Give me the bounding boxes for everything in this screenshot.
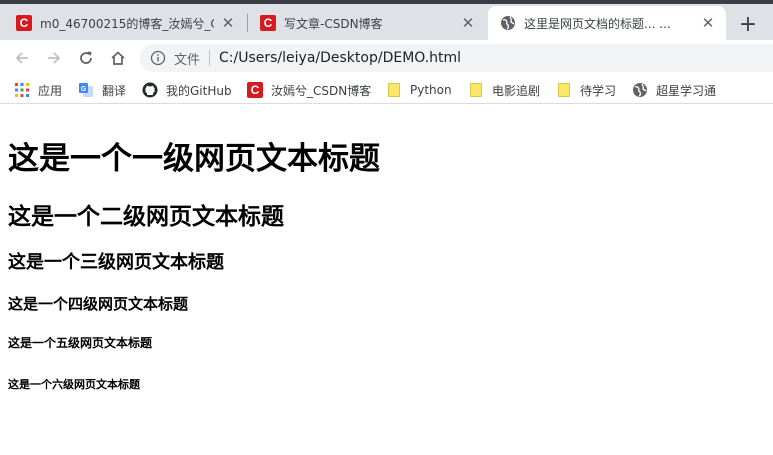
close-icon[interactable]: ✕ xyxy=(218,13,238,33)
heading-level-1: 这是一个一级网页文本标题 xyxy=(8,141,380,177)
arrow-right-icon xyxy=(48,52,61,64)
folder-icon xyxy=(558,83,570,97)
bookmark-apps[interactable]: 应用 xyxy=(14,80,62,100)
bookmark-label: 应用 xyxy=(38,83,63,98)
url-text[interactable]: C:/Users/leiya/Desktop/DEMO.html xyxy=(219,50,461,66)
bookmark-folder-python[interactable]: Python xyxy=(386,80,452,100)
bookmark-translate[interactable]: G 翻译 xyxy=(78,80,126,100)
window-top-border xyxy=(0,0,773,4)
csdn-icon: C xyxy=(260,15,276,31)
home-button[interactable] xyxy=(104,44,132,72)
heading-level-4: 这是一个四级网页文本标题 xyxy=(8,295,189,313)
folder-icon xyxy=(388,83,400,97)
page-content: 这是一个一级网页文本标题 这是一个二级网页文本标题 这是一个三级网页文本标题 这… xyxy=(0,105,773,455)
close-icon[interactable]: ✕ xyxy=(458,13,478,33)
globe-icon xyxy=(501,16,515,30)
navigation-toolbar: 文件 C:/Users/leiya/Desktop/DEMO.html xyxy=(0,40,773,76)
globe-icon xyxy=(633,83,647,97)
bookmark-label: 超星学习通 xyxy=(656,83,717,98)
folder-icon xyxy=(470,83,482,97)
heading-level-5: 这是一个五级网页文本标题 xyxy=(8,336,153,350)
bookmark-label: 电影追剧 xyxy=(492,83,541,98)
bookmark-folder-movies[interactable]: 电影追剧 xyxy=(468,80,540,100)
back-button[interactable] xyxy=(8,44,36,72)
arrow-left-icon xyxy=(15,52,28,64)
bookmark-folder-to-learn[interactable]: 待学习 xyxy=(556,80,616,100)
omnibox-divider xyxy=(209,50,211,66)
reload-icon xyxy=(80,51,92,64)
tab-title: 这里是网页文档的标题... ... xyxy=(524,16,671,31)
tab-strip: C m0_46700215的博客_汝嫣兮_CSDN博客 ✕ C 写文章-CSDN… xyxy=(0,0,773,40)
github-icon xyxy=(142,82,158,98)
home-icon xyxy=(111,51,125,65)
reload-button[interactable] xyxy=(72,44,100,72)
info-icon[interactable] xyxy=(150,50,166,66)
bookmark-label: 翻译 xyxy=(102,83,127,98)
address-bar[interactable]: 文件 C:/Users/leiya/Desktop/DEMO.html xyxy=(140,44,773,72)
bookmark-label: 我的GitHub xyxy=(166,83,232,98)
bookmark-github[interactable]: 我的GitHub xyxy=(142,80,232,100)
translate-icon: G xyxy=(79,83,93,97)
csdn-icon: C xyxy=(16,15,32,31)
bookmarks-bar: 应用 G 翻译 我的GitHub C 汝嫣兮_CSDN博客 Python 电影追… xyxy=(0,76,773,104)
bookmark-label: 汝嫣兮_CSDN博客 xyxy=(271,83,372,98)
tab-title: m0_46700215的博客_汝嫣兮_CSDN博客 xyxy=(40,16,214,31)
bookmark-label: Python xyxy=(410,83,452,97)
file-scheme-label: 文件 xyxy=(174,52,201,68)
tab-title: 写文章-CSDN博客 xyxy=(284,16,383,31)
heading-level-2: 这是一个二级网页文本标题 xyxy=(8,204,284,230)
bookmark-chaoxing[interactable]: 超星学习通 xyxy=(632,80,716,100)
browser-window: C m0_46700215的博客_汝嫣兮_CSDN博客 ✕ C 写文章-CSDN… xyxy=(0,0,773,455)
forward-button[interactable] xyxy=(40,44,68,72)
bookmark-label: 待学习 xyxy=(580,83,617,98)
close-icon[interactable]: ✕ xyxy=(698,13,718,33)
heading-level-6: 这是一个六级网页文本标题 xyxy=(8,378,140,391)
new-tab-button[interactable]: + xyxy=(734,10,762,38)
csdn-icon: C xyxy=(247,82,263,98)
bookmark-csdn[interactable]: C 汝嫣兮_CSDN博客 xyxy=(247,80,371,100)
tab-active-demo[interactable]: 这里是网页文档的标题... ... ✕ xyxy=(488,6,726,40)
tab-csdn-blog[interactable]: C m0_46700215的博客_汝嫣兮_CSDN博客 ✕ xyxy=(4,6,246,40)
apps-grid-icon xyxy=(15,83,29,97)
tab-write-article[interactable]: C 写文章-CSDN博客 ✕ xyxy=(248,6,486,40)
svg-text:G: G xyxy=(81,86,87,93)
heading-level-3: 这是一个三级网页文本标题 xyxy=(8,252,224,273)
